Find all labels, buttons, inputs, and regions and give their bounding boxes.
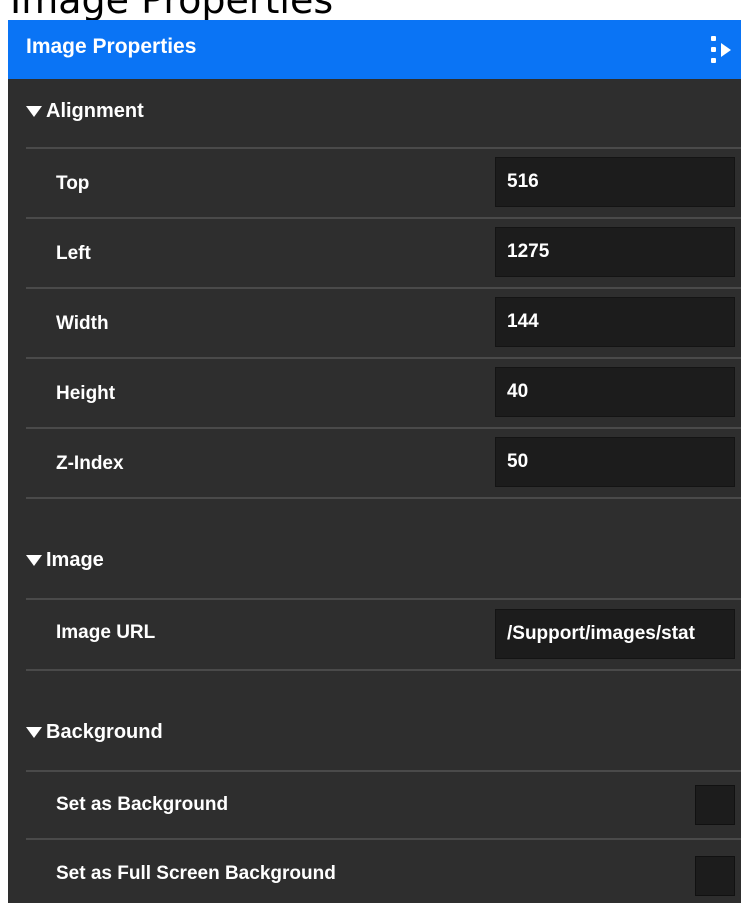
image-url-input[interactable] bbox=[495, 609, 735, 659]
section-title: Background bbox=[46, 721, 163, 743]
section-title: Alignment bbox=[46, 100, 144, 122]
background-page-text: Image Properties bbox=[10, 0, 333, 20]
row-label-width: Width bbox=[56, 313, 109, 334]
row-label-set-as-full-screen-background: Set as Full Screen Background bbox=[56, 863, 336, 884]
caret-down-icon bbox=[26, 555, 42, 566]
row-label-height: Height bbox=[56, 383, 116, 404]
divider bbox=[26, 669, 741, 671]
divider bbox=[26, 217, 741, 219]
width-input[interactable] bbox=[495, 297, 735, 347]
caret-down-icon bbox=[26, 727, 42, 738]
divider bbox=[26, 497, 741, 499]
set-as-full-screen-background-checkbox[interactable] bbox=[695, 856, 735, 896]
divider bbox=[26, 287, 741, 289]
row-label-top: Top bbox=[56, 173, 90, 194]
left-input[interactable] bbox=[495, 227, 735, 277]
caret-down-icon bbox=[26, 106, 42, 117]
row-label-image-url: Image URL bbox=[56, 622, 156, 643]
row-label-set-as-background: Set as Background bbox=[56, 794, 229, 815]
divider bbox=[26, 147, 741, 149]
divider bbox=[26, 770, 741, 772]
section-title: Image bbox=[46, 549, 104, 571]
more-arrow-icon[interactable] bbox=[705, 30, 741, 70]
row-label-left: Left bbox=[56, 243, 91, 264]
divider bbox=[26, 427, 741, 429]
image-properties-panel: Image Properties Alignment Top Left Widt… bbox=[8, 20, 741, 903]
set-as-background-checkbox[interactable] bbox=[695, 785, 735, 825]
dots-icon bbox=[711, 36, 717, 64]
arrow-right-icon bbox=[721, 43, 731, 57]
divider bbox=[26, 357, 741, 359]
divider bbox=[26, 598, 741, 600]
height-input[interactable] bbox=[495, 367, 735, 417]
background-page-strip: Image Properties bbox=[0, 0, 741, 20]
top-input[interactable] bbox=[495, 157, 735, 207]
z-index-input[interactable] bbox=[495, 437, 735, 487]
row-label-z-index: Z-Index bbox=[56, 453, 124, 474]
divider bbox=[26, 838, 741, 840]
panel-header: Image Properties bbox=[8, 20, 741, 79]
panel-title: Image Properties bbox=[26, 35, 197, 58]
